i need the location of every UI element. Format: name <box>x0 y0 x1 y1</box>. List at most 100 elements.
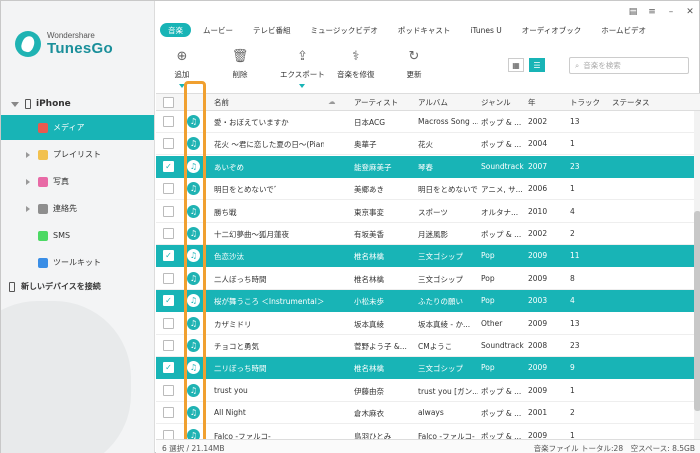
tab-6[interactable]: オーディオブック <box>514 23 589 37</box>
search-input[interactable] <box>583 61 679 70</box>
sidebar: Wondershare TunesGo iPhone メディア プレイリスト 写真連… <box>1 1 155 453</box>
cell-year: 2002 <box>528 117 548 126</box>
main-panel: ▤ ≡ – ✕ 音楽 ムービー テレビ番組 ミュージックビデオ ポッドキャスト iTune… <box>156 1 700 453</box>
col-genre[interactable]: ジャンル <box>481 97 511 108</box>
col-album[interactable]: アルバム <box>418 97 448 108</box>
cell-genre: ポップ & ... <box>481 386 522 396</box>
select-all-checkbox[interactable] <box>163 97 174 108</box>
table-row[interactable]: ✓ ♫ 桜が舞うころ ＜Instrumental＞ 小松未歩 ふたりの願い Pop 2003… <box>156 290 694 313</box>
sidebar-item-label: ツールキット <box>53 258 101 267</box>
app-window: Wondershare TunesGo iPhone メディア プレイリスト 写真連… <box>0 0 700 453</box>
row-checkbox[interactable] <box>163 205 174 217</box>
cell-album: 坂本真綾 - か... <box>418 319 471 329</box>
repair-music-button[interactable]: ⚕ 音楽を修復 <box>337 48 375 80</box>
playlist-icon <box>38 149 48 160</box>
tab-1[interactable]: ムービー <box>195 23 241 37</box>
menu-icon[interactable]: ≡ <box>647 7 657 17</box>
col-status[interactable]: ステータス <box>612 97 650 108</box>
table-row[interactable]: ♫ 十二幻夢曲～狐月蓮夜 有坂美香 月迷風影 ポップ & ... 2002 2 <box>156 223 694 245</box>
expand-arrow-icon[interactable] <box>11 101 19 107</box>
music-note-icon: ♫ <box>187 271 200 285</box>
dropdown-caret-icon <box>179 84 185 88</box>
table-row[interactable]: ♫ All Night 倉木麻衣 always ポップ & ... 2001 2 <box>156 402 694 425</box>
table-row[interactable]: ♫ チョコと勇気 菅野よう子 &... CMようこ Soundtrack 2008 23 <box>156 335 694 357</box>
row-checkbox[interactable] <box>163 340 174 351</box>
refresh-button[interactable]: ↻ 更新 <box>406 48 422 80</box>
sidebar-item-label: 写真 <box>53 177 69 186</box>
row-checkbox[interactable] <box>163 138 174 150</box>
tab-4[interactable]: ポッドキャスト <box>390 23 459 37</box>
cell-artist: 有坂美香 <box>354 230 384 239</box>
scrollbar-thumb[interactable] <box>694 211 700 411</box>
product-name: TunesGo <box>47 40 113 57</box>
tab-5[interactable]: iTunes U <box>462 23 509 37</box>
grid-view-button[interactable]: ▦ <box>508 58 524 72</box>
col-artist[interactable]: アーティスト <box>354 97 398 108</box>
cell-album: always <box>418 408 444 418</box>
table-row[interactable]: ♫ 二人ぼっち時間 椎名林檎 三文ゴシップ Pop 2009 8 <box>156 268 694 290</box>
table-row[interactable]: ♫ 明日をとめないで゛ 美郷あき 明日をとめないで アニメ, サ... 2006 1 <box>156 178 694 201</box>
cell-artist: 奥華子 <box>354 140 377 150</box>
table-row[interactable]: ✓ ♫ あいぞめ 能登麻美子 琴春 Soundtrack 2007 23 <box>156 155 694 178</box>
row-checkbox[interactable] <box>163 116 174 127</box>
row-checkbox[interactable] <box>163 228 174 239</box>
table-row[interactable]: ✓ ♫ 二リぼっち時間 椎名林檎 三文ゴシップ Pop 2009 9 <box>156 357 694 380</box>
row-checkbox[interactable] <box>163 407 174 419</box>
device-iphone[interactable]: iPhone <box>1 96 154 112</box>
table-row[interactable]: ♫ カザミドリ 坂本真綾 坂本真綾 - か... Other 2009 13 <box>156 313 694 335</box>
cell-artist: 椎名林檎 <box>354 274 384 284</box>
cell-track: 2 <box>570 229 575 238</box>
toolkit-icon <box>38 257 48 268</box>
delete-button[interactable]: 🗑 削除 <box>232 48 249 80</box>
sidebar-item-0[interactable]: メディア <box>1 115 154 140</box>
cell-album: スポーツ <box>418 207 448 217</box>
search-box[interactable]: ⌕ <box>569 57 689 74</box>
row-checkbox[interactable] <box>163 272 174 284</box>
tab-2[interactable]: テレビ番組 <box>245 23 299 37</box>
list-icon: ☰ <box>533 60 541 70</box>
col-name[interactable]: 名前 <box>214 97 229 108</box>
cell-album: 花火 <box>418 140 433 150</box>
col-track[interactable]: トラック <box>570 97 600 108</box>
export-button[interactable]: ⇪ エクスポート <box>280 48 325 88</box>
table-row[interactable]: ✓ ♫ 色恋沙汰 椎名林檎 三文ゴシップ Pop 2009 11 <box>156 245 694 268</box>
tab-7[interactable]: ホームビデオ <box>593 23 654 37</box>
table-row[interactable]: ♫ 花火 ～君に恋した夏の日～(Pian... 奥華子 花火 ポップ & ... 2004… <box>156 133 694 156</box>
list-view-button[interactable]: ☰ <box>529 58 545 72</box>
row-checkbox[interactable]: ✓ <box>163 160 174 172</box>
sidebar-item-1[interactable]: プレイリスト <box>1 142 154 167</box>
cell-track: 11 <box>570 251 580 261</box>
tab-3[interactable]: ミュージックビデオ <box>303 23 386 37</box>
minimize-icon[interactable]: – <box>666 7 676 17</box>
row-checkbox[interactable]: ✓ <box>163 362 174 374</box>
cell-genre: Pop <box>481 251 495 261</box>
expand-arrow-icon[interactable] <box>26 178 30 185</box>
row-checkbox[interactable]: ✓ <box>163 250 174 262</box>
sidebar-item-5[interactable]: ツールキット <box>1 250 154 275</box>
connect-new-device-button[interactable]: 新しいデバイスを接続 <box>9 281 101 292</box>
close-icon[interactable]: ✕ <box>685 7 695 17</box>
sidebar-item-2[interactable]: 写真 <box>1 169 154 194</box>
add-button[interactable]: ⊕ 追加 <box>174 48 190 88</box>
cell-album: Macross Song ... <box>418 117 478 126</box>
row-checkbox[interactable] <box>163 183 174 195</box>
cell-album: 月迷風影 <box>418 230 448 239</box>
tab-0[interactable]: 音楽 <box>160 23 191 37</box>
cell-track: 13 <box>570 318 580 328</box>
expand-arrow-icon[interactable] <box>26 151 30 158</box>
row-checkbox[interactable] <box>163 317 174 329</box>
music-note-icon: ♫ <box>187 339 200 352</box>
sidebar-item-4[interactable]: SMS <box>1 223 154 248</box>
row-checkbox[interactable]: ✓ <box>163 295 174 307</box>
table-row[interactable]: ♫ 勝ち戦 東京事変 スポーツ オルタナ... 2010 4 <box>156 201 694 223</box>
col-year[interactable]: 年 <box>528 97 536 108</box>
cell-year: 2010 <box>528 206 548 216</box>
row-checkbox[interactable] <box>163 384 174 396</box>
cell-artist: 日本ACG <box>354 118 386 127</box>
table-row[interactable]: ♫ 愛・おぼえていますか 日本ACG Macross Song ... ポップ & ..… <box>156 111 694 133</box>
table-row[interactable]: ♫ trust you 伊藤由奈 trust you [ガン... ポップ & ... 2… <box>156 380 694 402</box>
cell-album: 三文ゴシップ <box>418 364 463 374</box>
sidebar-item-3[interactable]: 連絡先 <box>1 196 154 221</box>
notes-icon[interactable]: ▤ <box>628 7 638 17</box>
expand-arrow-icon[interactable] <box>26 205 30 212</box>
